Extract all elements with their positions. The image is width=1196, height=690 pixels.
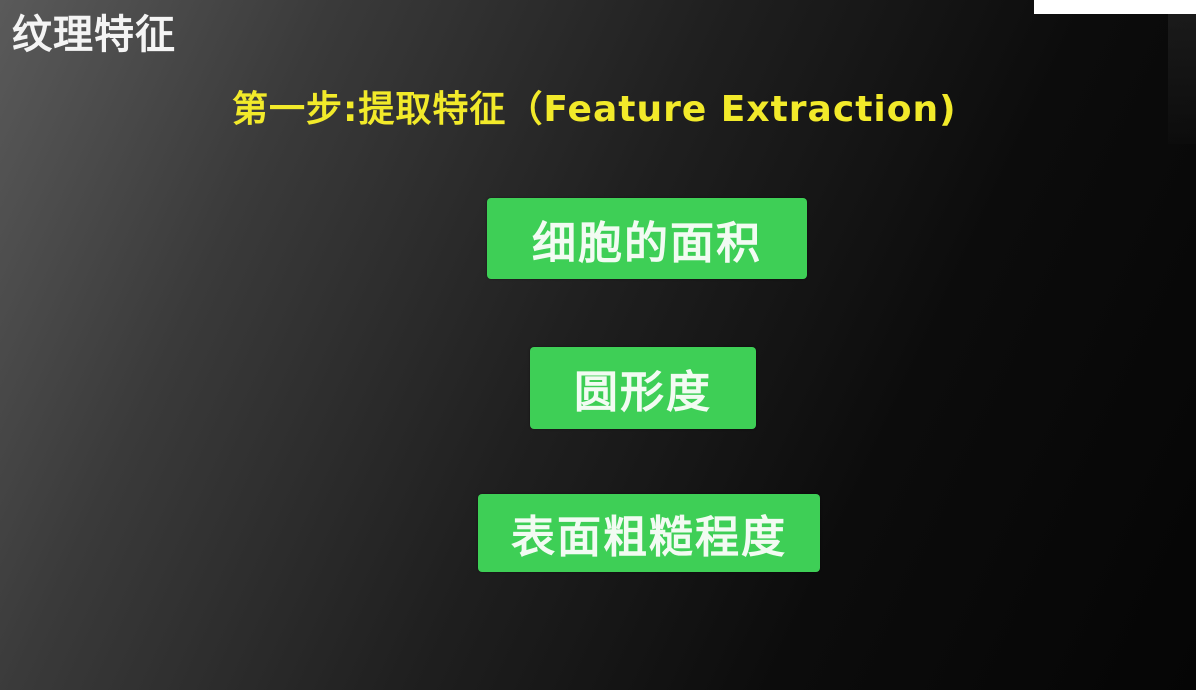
step-title: 第一步:提取特征（Feature Extraction) — [232, 89, 957, 130]
feature-box-surface-roughness: 表面粗糙程度 — [478, 494, 820, 572]
corner-overlay-block — [1034, 0, 1196, 14]
feature-box-cell-area: 细胞的面积 — [487, 198, 807, 279]
edge-overlay-strip — [1168, 14, 1196, 144]
feature-box-circularity: 圆形度 — [530, 347, 756, 429]
slide-title: 纹理特征 — [12, 12, 176, 58]
